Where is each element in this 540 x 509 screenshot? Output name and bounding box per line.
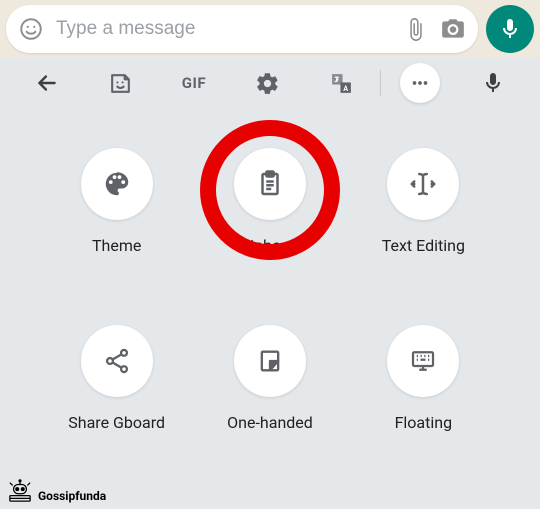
- voice-typing-button[interactable]: [458, 71, 528, 95]
- watermark: Gossipfunda: [6, 479, 106, 503]
- watermark-text: Gossipfunda: [38, 489, 106, 503]
- option-floating[interactable]: Floating: [347, 325, 500, 432]
- option-one-handed[interactable]: One-handed: [193, 325, 346, 432]
- gif-label: GIF: [182, 74, 206, 92]
- gear-icon: [255, 71, 280, 96]
- back-button[interactable]: [12, 70, 82, 96]
- camera-icon[interactable]: [440, 16, 466, 42]
- svg-text:A: A: [343, 83, 348, 92]
- attach-icon[interactable]: [403, 17, 428, 42]
- arrow-left-icon: [34, 70, 60, 96]
- option-label: One-handed: [227, 413, 313, 432]
- mic-icon: [481, 71, 505, 95]
- option-share-gboard[interactable]: Share Gboard: [40, 325, 193, 432]
- floating-keyboard-icon: [408, 346, 438, 376]
- option-label: Text Editing: [382, 236, 465, 255]
- message-input-container: [6, 5, 478, 53]
- option-label: Share Gboard: [68, 413, 165, 432]
- sticker-icon: [108, 71, 133, 96]
- options-grid: Theme Clipboard Text Editing: [0, 108, 540, 432]
- more-horizontal-icon: [409, 72, 431, 94]
- share-icon: [103, 347, 131, 375]
- voice-message-button[interactable]: [486, 5, 534, 53]
- translate-button[interactable]: A: [306, 71, 376, 96]
- sticker-button[interactable]: [86, 71, 156, 96]
- text-cursor-icon: [408, 169, 438, 199]
- gif-button[interactable]: GIF: [159, 74, 229, 92]
- option-label: Clipboard: [236, 236, 304, 255]
- settings-button[interactable]: [233, 71, 303, 96]
- option-theme[interactable]: Theme: [40, 148, 193, 255]
- one-handed-icon: [256, 347, 284, 375]
- emoji-icon[interactable]: [18, 16, 44, 42]
- robot-icon: [6, 479, 34, 503]
- clipboard-icon: [255, 169, 285, 199]
- more-button[interactable]: [385, 63, 455, 103]
- palette-icon: [102, 169, 132, 199]
- toolbar-separator: [380, 70, 381, 96]
- message-bar: [0, 0, 540, 58]
- option-text-editing[interactable]: Text Editing: [347, 148, 500, 255]
- keyboard-panel: GIF A: [0, 58, 540, 509]
- mic-icon: [498, 17, 522, 41]
- keyboard-toolbar: GIF A: [0, 58, 540, 108]
- translate-icon: A: [329, 71, 354, 96]
- option-clipboard[interactable]: Clipboard: [193, 148, 346, 255]
- option-label: Theme: [92, 236, 141, 255]
- message-input[interactable]: [56, 18, 391, 40]
- option-label: Floating: [395, 413, 453, 432]
